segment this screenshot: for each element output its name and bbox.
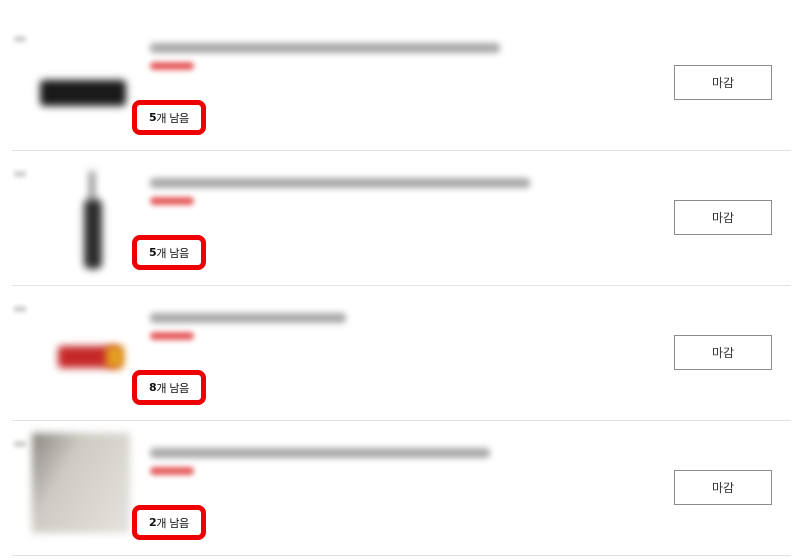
product-title-blurred[interactable] (150, 43, 500, 53)
item-index-blurred (14, 306, 26, 312)
product-price-blurred (150, 197, 194, 205)
product-title-blurred[interactable] (150, 313, 346, 323)
item-index-blurred (14, 441, 26, 447)
stock-remaining-badge: 2개 남음 (132, 505, 206, 540)
product-price-blurred (150, 332, 194, 340)
product-list: 5개 남음 마감 5개 남음 마감 8개 남음 마감 2 개 남음 마감 (12, 16, 791, 556)
product-thumbnail[interactable] (32, 429, 132, 539)
stock-remaining-badge: 5개 남음 (132, 235, 206, 270)
product-thumbnail[interactable] (32, 294, 132, 404)
stock-suffix: 개 남음 (156, 381, 190, 395)
stock-count: 8 (148, 381, 157, 394)
product-price-blurred (150, 467, 194, 475)
stock-remaining-badge: 8개 남음 (132, 370, 206, 405)
stock-suffix: 개 남음 (156, 246, 190, 260)
product-thumbnail[interactable] (32, 159, 132, 269)
product-thumbnail[interactable] (32, 24, 132, 134)
closed-button[interactable]: 마감 (674, 200, 772, 235)
closed-button[interactable]: 마감 (674, 470, 772, 505)
stock-count: 2 (148, 516, 157, 529)
product-price-blurred (150, 62, 194, 70)
product-title-blurred[interactable] (150, 448, 490, 458)
item-index-blurred (14, 36, 26, 42)
stock-suffix: 개 남음 (156, 111, 190, 125)
list-item: 5개 남음 마감 (12, 16, 791, 151)
list-item: 2개 남음 마감 (12, 421, 791, 556)
item-index-blurred (14, 171, 26, 177)
list-item: 5개 남음 마감 (12, 151, 791, 286)
closed-button[interactable]: 마감 (674, 335, 772, 370)
stock-count: 5 (148, 246, 157, 259)
stock-suffix: 개 남음 (156, 516, 190, 530)
stock-count: 5 (148, 111, 157, 124)
stock-remaining-badge: 5개 남음 (132, 100, 206, 135)
list-item: 8개 남음 마감 (12, 286, 791, 421)
closed-button[interactable]: 마감 (674, 65, 772, 100)
product-title-blurred[interactable] (150, 178, 530, 188)
